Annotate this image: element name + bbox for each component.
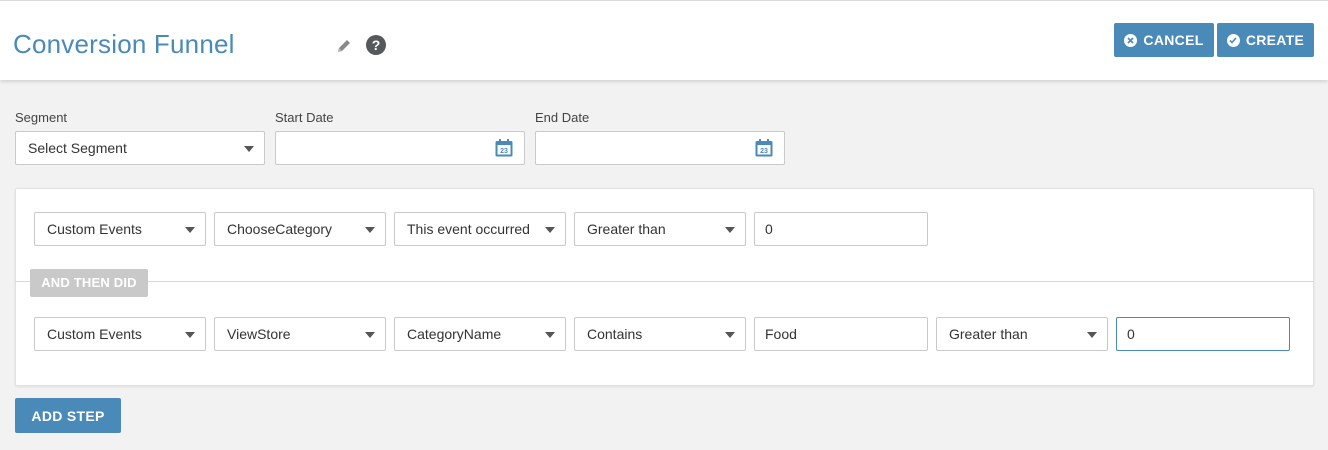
create-button-label: CREATE xyxy=(1245,32,1305,48)
add-step-button[interactable]: ADD STEP xyxy=(15,398,121,433)
cancel-button[interactable]: CANCEL xyxy=(1114,23,1214,57)
chevron-down-icon xyxy=(1087,332,1097,338)
step-divider xyxy=(15,281,1314,282)
step-1-condition-value: This event occurred xyxy=(407,221,530,237)
step-2-property-value-input[interactable]: Food xyxy=(754,317,928,351)
segment-select-value: Select Segment xyxy=(28,140,127,156)
chevron-down-icon xyxy=(244,146,254,152)
step-2-category-select[interactable]: Custom Events xyxy=(34,317,206,351)
step-2-event-select[interactable]: ViewStore xyxy=(214,317,386,351)
step-1-category-select[interactable]: Custom Events xyxy=(34,212,206,246)
chevron-down-icon xyxy=(185,227,195,233)
step-1-condition-select[interactable]: This event occurred xyxy=(394,212,566,246)
step-2-property-value: Food xyxy=(765,326,797,342)
chevron-down-icon xyxy=(365,227,375,233)
calendar-day: 23 xyxy=(500,148,508,155)
pencil-icon[interactable] xyxy=(335,37,353,55)
step-1-event-value: ChooseCategory xyxy=(227,221,333,237)
start-date-input[interactable]: 23 xyxy=(275,131,525,165)
step-2-event-value: ViewStore xyxy=(227,326,291,342)
chevron-down-icon xyxy=(545,227,555,233)
chevron-down-icon xyxy=(725,227,735,233)
step-1-category-value: Custom Events xyxy=(47,221,142,237)
segment-label: Segment xyxy=(15,110,68,125)
step-1-operator-value: Greater than xyxy=(587,221,666,237)
end-date-label: End Date xyxy=(535,110,590,125)
calendar-day: 23 xyxy=(760,148,768,155)
step-1-operator-select[interactable]: Greater than xyxy=(574,212,746,246)
create-button[interactable]: CREATE xyxy=(1217,23,1314,57)
step-2-category-value: Custom Events xyxy=(47,326,142,342)
calendar-icon[interactable]: 23 xyxy=(494,138,514,158)
check-circle-icon xyxy=(1226,33,1240,47)
step-2-property-operator-value: Contains xyxy=(587,326,643,342)
step-2-property-select[interactable]: CategoryName xyxy=(394,317,566,351)
chevron-down-icon xyxy=(725,332,735,338)
step-1-value: 0 xyxy=(765,221,773,237)
top-bar: Conversion Funnel ? CANCEL CREATE xyxy=(0,0,1328,80)
segment-select[interactable]: Select Segment xyxy=(15,131,265,165)
end-date-input[interactable]: 23 xyxy=(535,131,785,165)
step-2-value-input[interactable]: 0 xyxy=(1116,317,1290,351)
step-2-value: 0 xyxy=(1127,326,1135,342)
start-date-label: Start Date xyxy=(275,110,334,125)
page-title: Conversion Funnel xyxy=(13,29,235,59)
calendar-icon[interactable]: 23 xyxy=(754,138,774,158)
step-2-property-operator-select[interactable]: Contains xyxy=(574,317,746,351)
question-icon[interactable]: ? xyxy=(366,35,386,55)
step-1-value-input[interactable]: 0 xyxy=(754,212,928,246)
step-1-event-select[interactable]: ChooseCategory xyxy=(214,212,386,246)
step-2-operator-value: Greater than xyxy=(949,326,1028,342)
cancel-button-label: CANCEL xyxy=(1143,32,1204,48)
chevron-down-icon xyxy=(185,332,195,338)
and-then-did-badge: AND THEN DID xyxy=(30,269,148,297)
step-2-operator-select[interactable]: Greater than xyxy=(936,317,1108,351)
chevron-down-icon xyxy=(545,332,555,338)
step-2-property-value: CategoryName xyxy=(407,326,502,342)
x-circle-icon xyxy=(1124,33,1138,47)
chevron-down-icon xyxy=(365,332,375,338)
